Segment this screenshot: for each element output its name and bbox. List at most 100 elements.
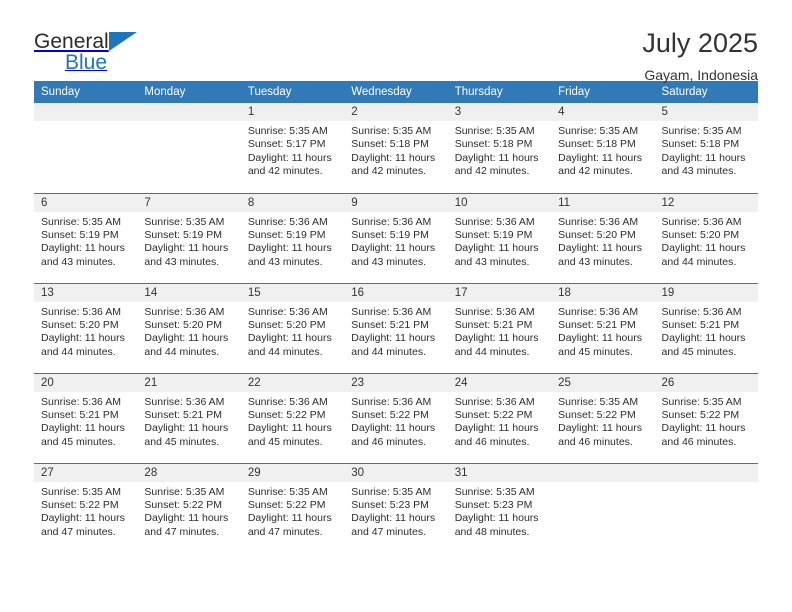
- calendar-day-cell[interactable]: 2 Sunrise: 5:35 AM Sunset: 5:18 PM Daylight…: [344, 103, 448, 193]
- day-details: Sunrise: 5:35 AM Sunset: 5:22 PM Daylight:…: [241, 482, 344, 540]
- day-number: 21: [137, 373, 241, 392]
- sunrise-text: Sunrise: 5:35 AM: [41, 215, 121, 228]
- calendar-day-cell[interactable]: 21 Sunrise: 5:36 AM Sunset: 5:21 PM Dayligh…: [137, 372, 241, 463]
- daylight-text-line1: Daylight: 11 hours: [454, 512, 539, 525]
- day-number: 14: [137, 283, 241, 302]
- calendar-day-cell[interactable]: 24 Sunrise: 5:36 AM Sunset: 5:22 PM Dayligh…: [447, 372, 552, 463]
- day-cell-inner: 23 Sunrise: 5:36 AM Sunset: 5:22 PM Dayligh…: [344, 373, 448, 463]
- day-cell-inner: 30 Sunrise: 5:35 AM Sunset: 5:23 PM Dayligh…: [344, 463, 448, 553]
- sunrise-text: Sunrise: 5:36 AM: [454, 395, 535, 408]
- calendar-day-cell[interactable]: 15 Sunrise: 5:36 AM Sunset: 5:20 PM Dayligh…: [240, 282, 345, 373]
- calendar-cell-empty: [34, 103, 138, 193]
- day-number: 28: [137, 463, 241, 482]
- day-number: 15: [240, 283, 345, 302]
- day-details: Sunrise: 5:36 AM Sunset: 5:20 PM Daylight:…: [137, 302, 240, 360]
- sunrise-text: Sunrise: 5:35 AM: [558, 125, 639, 137]
- day-number: 25: [551, 373, 655, 392]
- day-number: 31: [447, 463, 552, 482]
- calendar-day-cell[interactable]: 20 Sunrise: 5:36 AM Sunset: 5:21 PM Dayligh…: [34, 372, 138, 463]
- sunrise-text: Sunrise: 5:36 AM: [558, 215, 639, 228]
- sunset-text: Sunset: 5:18 PM: [558, 138, 636, 151]
- day-details: Sunrise: 5:35 AM Sunset: 5:18 PM Daylight:…: [551, 121, 654, 179]
- calendar-day-cell[interactable]: 1 Sunrise: 5:35 AM Sunset: 5:17 PM Daylight…: [240, 103, 345, 193]
- daylight-text-line1: Daylight: 11 hours: [351, 512, 436, 525]
- daylight-text-line2: and 48 minutes.: [454, 525, 530, 538]
- calendar-day-cell[interactable]: 25 Sunrise: 5:35 AM Sunset: 5:22 PM Dayligh…: [551, 372, 655, 463]
- day-number: [34, 103, 138, 121]
- daylight-text-line2: and 43 minutes.: [558, 255, 633, 268]
- sunset-text: Sunset: 5:18 PM: [454, 138, 533, 151]
- sunrise-text: Sunrise: 5:35 AM: [351, 485, 432, 498]
- sunset-text: Sunset: 5:20 PM: [558, 228, 636, 241]
- calendar-day-cell[interactable]: 4 Sunrise: 5:35 AM Sunset: 5:18 PM Daylight…: [551, 103, 655, 193]
- day-number: 3: [447, 103, 552, 121]
- daylight-text-line2: and 46 minutes.: [558, 435, 633, 448]
- calendar-day-cell[interactable]: 18 Sunrise: 5:36 AM Sunset: 5:21 PM Dayligh…: [551, 282, 655, 373]
- calendar-day-cell[interactable]: 30 Sunrise: 5:35 AM Sunset: 5:23 PM Dayligh…: [344, 462, 448, 553]
- day-number: 20: [34, 373, 138, 392]
- daylight-text-line2: and 43 minutes.: [661, 165, 737, 178]
- day-cell-inner: 3 Sunrise: 5:35 AM Sunset: 5:18 PM Daylight…: [447, 103, 552, 192]
- calendar-week-row: 6 Sunrise: 5:35 AM Sunset: 5:19 PM Daylight…: [34, 192, 758, 283]
- calendar-day-cell[interactable]: 29 Sunrise: 5:35 AM Sunset: 5:22 PM Dayligh…: [240, 462, 345, 553]
- calendar-day-cell[interactable]: 3 Sunrise: 5:35 AM Sunset: 5:18 PM Daylight…: [447, 103, 552, 193]
- sunrise-text: Sunrise: 5:35 AM: [247, 125, 328, 137]
- calendar-day-cell[interactable]: 7 Sunrise: 5:35 AM Sunset: 5:19 PM Daylight…: [137, 192, 241, 283]
- calendar-day-cell[interactable]: 5 Sunrise: 5:35 AM Sunset: 5:18 PM Daylight…: [654, 103, 758, 193]
- sunrise-sunset-calendar: Sunday Monday Tuesday Wednesday Thursday…: [34, 81, 758, 553]
- calendar-day-cell[interactable]: 9 Sunrise: 5:36 AM Sunset: 5:19 PM Daylight…: [344, 192, 448, 283]
- day-number: 6: [34, 193, 138, 212]
- calendar-day-cell[interactable]: 17 Sunrise: 5:36 AM Sunset: 5:21 PM Dayligh…: [447, 282, 552, 373]
- daylight-text-line2: and 47 minutes.: [351, 525, 426, 538]
- sunset-text: Sunset: 5:22 PM: [351, 408, 429, 421]
- calendar-day-cell[interactable]: 6 Sunrise: 5:35 AM Sunset: 5:19 PM Daylight…: [34, 192, 138, 283]
- calendar-day-cell[interactable]: 12 Sunrise: 5:36 AM Sunset: 5:20 PM Dayligh…: [654, 192, 758, 283]
- calendar-day-cell[interactable]: 27 Sunrise: 5:35 AM Sunset: 5:22 PM Dayligh…: [34, 462, 138, 553]
- calendar-week-row: 1 Sunrise: 5:35 AM Sunset: 5:17 PM Daylight…: [34, 103, 758, 193]
- general-blue-logo[interactable]: General Blue: [34, 28, 137, 73]
- weekday-header-sunday: Sunday: [34, 81, 138, 103]
- calendar-week-row: 27 Sunrise: 5:35 AM Sunset: 5:22 PM Dayligh…: [34, 462, 758, 553]
- daylight-text-line1: Daylight: 11 hours: [454, 151, 539, 164]
- day-details: Sunrise: 5:36 AM Sunset: 5:20 PM Daylight:…: [655, 212, 758, 270]
- sunrise-text: Sunrise: 5:35 AM: [454, 125, 535, 137]
- sunset-text: Sunset: 5:22 PM: [661, 408, 740, 421]
- day-cell-inner: 31 Sunrise: 5:35 AM Sunset: 5:23 PM Dayligh…: [447, 463, 552, 553]
- sunset-text: Sunset: 5:21 PM: [661, 318, 740, 331]
- calendar-cell-empty: [551, 462, 655, 553]
- calendar-day-cell[interactable]: 26 Sunrise: 5:35 AM Sunset: 5:22 PM Dayligh…: [654, 372, 758, 463]
- daylight-text-line2: and 44 minutes.: [661, 255, 737, 268]
- day-number: [551, 463, 655, 482]
- sunset-text: Sunset: 5:22 PM: [247, 408, 326, 421]
- calendar-week-row: 20 Sunrise: 5:36 AM Sunset: 5:21 PM Dayligh…: [34, 372, 758, 463]
- calendar-day-cell[interactable]: 13 Sunrise: 5:36 AM Sunset: 5:20 PM Dayligh…: [34, 282, 138, 373]
- day-details: Sunrise: 5:35 AM Sunset: 5:18 PM Daylight:…: [344, 121, 447, 179]
- calendar-day-cell[interactable]: 19 Sunrise: 5:36 AM Sunset: 5:21 PM Dayligh…: [654, 282, 758, 373]
- day-details: Sunrise: 5:36 AM Sunset: 5:22 PM Daylight:…: [241, 392, 344, 450]
- day-cell-inner: 2 Sunrise: 5:35 AM Sunset: 5:18 PM Daylight…: [344, 103, 448, 192]
- sunrise-text: Sunrise: 5:36 AM: [454, 215, 535, 228]
- day-cell-inner: 9 Sunrise: 5:36 AM Sunset: 5:19 PM Daylight…: [344, 193, 448, 283]
- calendar-day-cell[interactable]: 22 Sunrise: 5:36 AM Sunset: 5:22 PM Dayligh…: [240, 372, 345, 463]
- day-number: 16: [344, 283, 448, 302]
- calendar-day-cell[interactable]: 16 Sunrise: 5:36 AM Sunset: 5:21 PM Dayligh…: [344, 282, 448, 373]
- day-cell-inner: [551, 463, 655, 553]
- calendar-day-cell[interactable]: 14 Sunrise: 5:36 AM Sunset: 5:20 PM Dayligh…: [137, 282, 241, 373]
- calendar-day-cell[interactable]: 10 Sunrise: 5:36 AM Sunset: 5:19 PM Dayligh…: [447, 192, 552, 283]
- day-number: 9: [344, 193, 448, 212]
- calendar-day-cell[interactable]: 8 Sunrise: 5:36 AM Sunset: 5:19 PM Daylight…: [240, 192, 345, 283]
- calendar-day-cell[interactable]: 28 Sunrise: 5:35 AM Sunset: 5:22 PM Dayligh…: [137, 462, 241, 553]
- daylight-text-line1: Daylight: 11 hours: [558, 332, 642, 345]
- daylight-text-line2: and 42 minutes.: [247, 165, 323, 178]
- calendar-day-cell[interactable]: 23 Sunrise: 5:36 AM Sunset: 5:22 PM Dayligh…: [344, 372, 448, 463]
- day-number: 7: [137, 193, 241, 212]
- sunrise-text: Sunrise: 5:35 AM: [41, 485, 121, 498]
- sunset-text: Sunset: 5:19 PM: [144, 228, 223, 241]
- calendar-cell-empty: [654, 462, 758, 553]
- day-number: 11: [551, 193, 655, 212]
- calendar-day-cell[interactable]: 11 Sunrise: 5:36 AM Sunset: 5:20 PM Dayligh…: [551, 192, 655, 283]
- day-number: 17: [447, 283, 552, 302]
- day-cell-inner: 1 Sunrise: 5:35 AM Sunset: 5:17 PM Daylight…: [240, 103, 345, 192]
- calendar-day-cell[interactable]: 31 Sunrise: 5:35 AM Sunset: 5:23 PM Dayligh…: [447, 462, 552, 553]
- day-number: [654, 463, 758, 482]
